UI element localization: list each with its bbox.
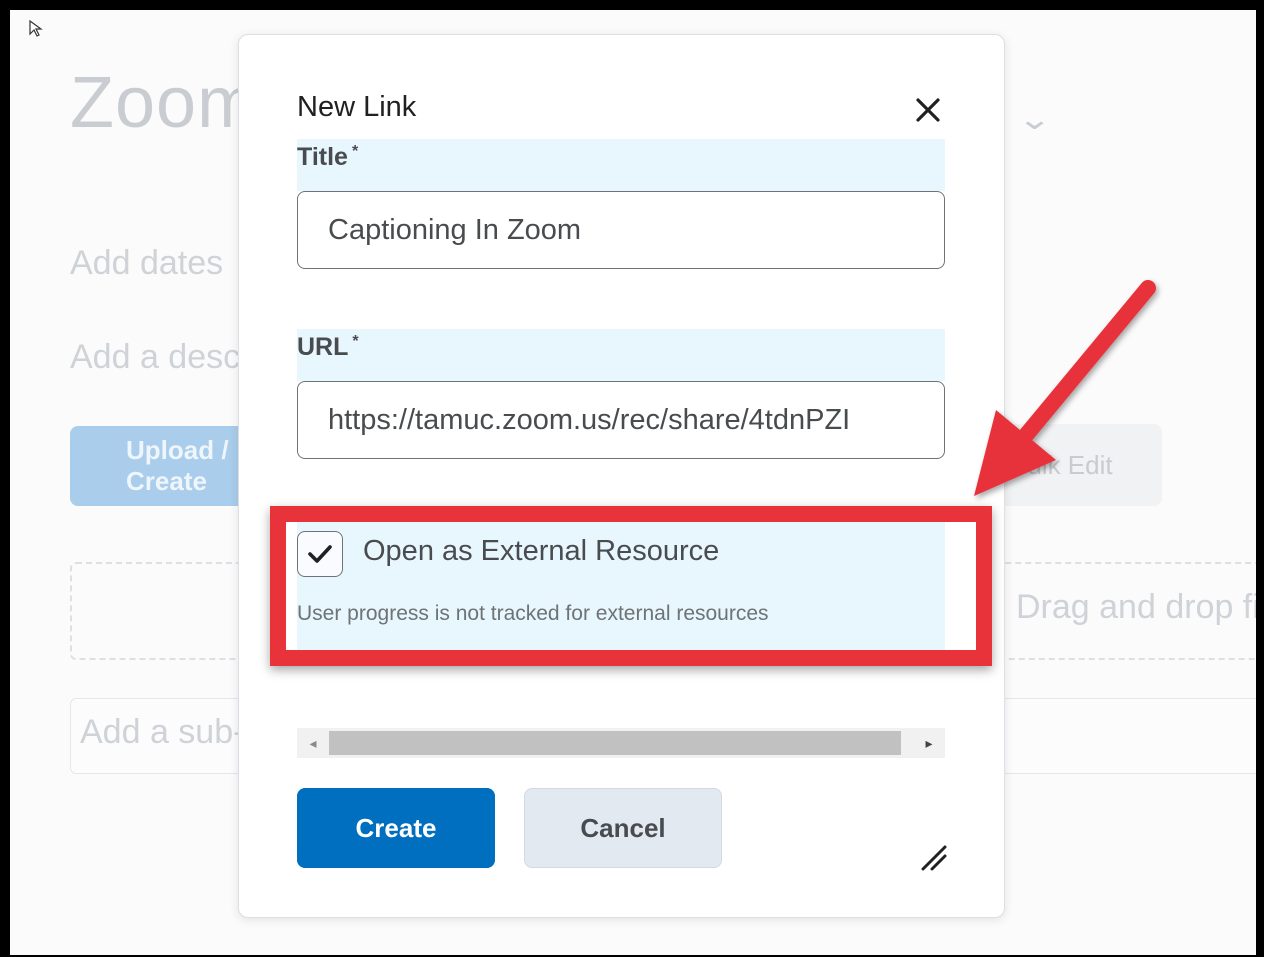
- scroll-right-arrow-icon[interactable]: ▸: [913, 728, 945, 758]
- chevron-down-icon[interactable]: ⌄: [1017, 102, 1052, 137]
- cancel-button[interactable]: Cancel: [524, 788, 722, 868]
- new-link-dialog: New Link Title* URL* Open as External Re…: [238, 34, 1005, 918]
- url-label: URL *: [297, 333, 359, 361]
- scroll-left-arrow-icon[interactable]: ◂: [297, 728, 329, 758]
- dialog-title: New Link: [297, 91, 417, 123]
- drop-zone-text: Drag and drop files here to create and u…: [1016, 588, 1256, 626]
- close-button[interactable]: [911, 93, 945, 127]
- resize-handle-icon[interactable]: [917, 841, 947, 871]
- highlight-box-annotation: [270, 506, 992, 666]
- scrollbar-thumb[interactable]: [329, 731, 901, 755]
- title-label: Title *: [297, 143, 359, 171]
- title-input[interactable]: [297, 191, 945, 269]
- title-label-background: [297, 139, 945, 191]
- screenshot-frame: Zoom ⌄ Add dates Add a description Uploa…: [10, 10, 1256, 955]
- close-icon: [916, 98, 940, 122]
- url-input[interactable]: [297, 381, 945, 459]
- module-title: Zoom: [70, 63, 259, 143]
- mouse-cursor-icon: [29, 20, 43, 37]
- add-dates-link[interactable]: Add dates: [70, 244, 223, 283]
- create-button[interactable]: Create: [297, 788, 495, 868]
- red-arrow-annotation: [974, 280, 1156, 496]
- horizontal-scrollbar[interactable]: ◂ ▸: [297, 728, 945, 758]
- url-label-background: [297, 329, 945, 381]
